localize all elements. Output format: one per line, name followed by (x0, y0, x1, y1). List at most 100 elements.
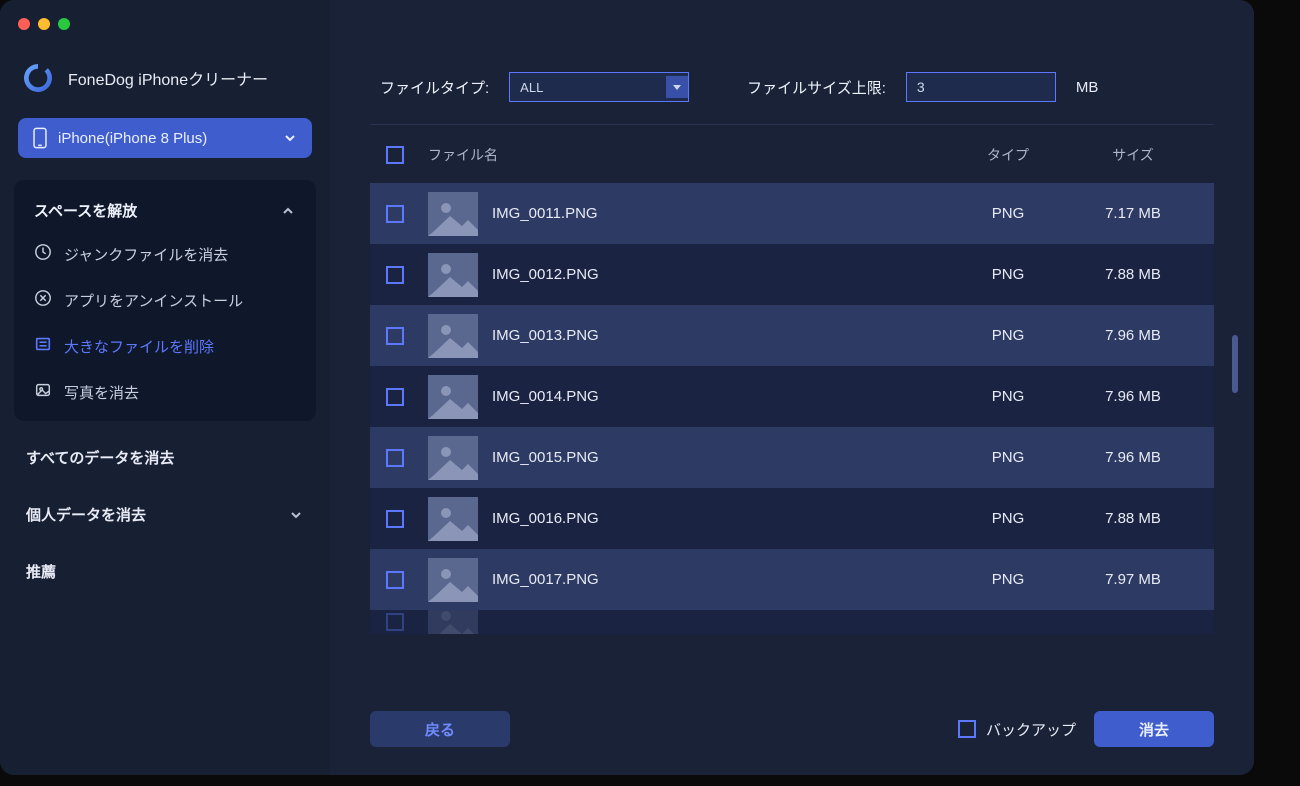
table-row[interactable]: IMG_0014.PNGPNG7.96 MB (370, 366, 1214, 427)
back-button-label: 戻る (425, 719, 455, 740)
file-type: PNG (948, 510, 1068, 527)
row-checkbox[interactable] (386, 205, 404, 223)
erase-button[interactable]: 消去 (1094, 711, 1214, 747)
device-selector[interactable]: iPhone(iPhone 8 Plus) (18, 118, 312, 158)
chevron-down-icon (282, 130, 298, 146)
file-type: PNG (948, 327, 1068, 344)
image-thumbnail-icon (428, 610, 478, 634)
column-header-name: ファイル名 (428, 145, 948, 165)
backup-checkbox[interactable] (958, 720, 976, 738)
table-body: IMG_0011.PNGPNG7.17 MBIMG_0012.PNGPNG7.8… (370, 183, 1214, 634)
sidebar-item-label: 個人データを消去 (26, 504, 146, 525)
table-row[interactable]: IMG_0012.PNGPNG7.88 MB (370, 244, 1214, 305)
row-checkbox[interactable] (386, 571, 404, 589)
select-all-checkbox[interactable] (386, 146, 404, 164)
file-name: IMG_0016.PNG (492, 510, 948, 527)
sidebar-item-junk-files[interactable]: ジャンクファイルを消去 (14, 231, 316, 277)
column-header-type: タイプ (948, 145, 1068, 165)
sidebar-section-free-space: スペースを解放 ジャンクファイルを消去 アプリをアンインストール (14, 180, 316, 421)
image-thumbnail-icon (428, 253, 478, 297)
file-table: ファイル名 タイプ サイズ IMG_0011.PNGPNG7.17 MBIMG_… (370, 125, 1214, 683)
file-name: IMG_0012.PNG (492, 266, 948, 283)
file-size: 7.88 MB (1068, 266, 1198, 283)
app-title: FoneDog iPhoneクリーナー (68, 66, 268, 90)
minimize-window-button[interactable] (38, 18, 50, 30)
image-thumbnail-icon (428, 375, 478, 419)
sidebar-item-recommend[interactable]: 推薦 (0, 543, 330, 600)
sidebar: FoneDog iPhoneクリーナー iPhone(iPhone 8 Plus… (0, 0, 330, 775)
row-checkbox[interactable] (386, 613, 404, 631)
file-size-limit-input[interactable]: 3 (906, 72, 1056, 102)
sidebar-item-uninstall-apps[interactable]: アプリをアンインストール (14, 277, 316, 323)
file-type: PNG (948, 449, 1068, 466)
app-window: FoneDog iPhoneクリーナー iPhone(iPhone 8 Plus… (0, 0, 1254, 775)
file-type: PNG (948, 571, 1068, 588)
file-type-select[interactable]: ALL (509, 72, 689, 102)
file-size: 7.96 MB (1068, 388, 1198, 405)
table-row[interactable]: IMG_0011.PNGPNG7.17 MB (370, 183, 1214, 244)
sidebar-item-erase-private[interactable]: 個人データを消去 (0, 486, 330, 543)
file-size-value: 3 (917, 79, 925, 95)
footer-bar: 戻る バックアップ 消去 (370, 683, 1214, 747)
section-header-free-space[interactable]: スペースを解放 (14, 194, 316, 231)
chevron-up-icon (280, 203, 296, 219)
table-row[interactable]: IMG_0017.PNGPNG7.97 MB (370, 549, 1214, 610)
phone-icon (32, 127, 48, 149)
image-thumbnail-icon (428, 436, 478, 480)
file-size: 7.96 MB (1068, 327, 1198, 344)
row-checkbox[interactable] (386, 510, 404, 528)
app-brand: FoneDog iPhoneクリーナー (0, 48, 330, 118)
section-title: スペースを解放 (34, 200, 137, 221)
image-thumbnail-icon (428, 558, 478, 602)
x-circle-icon (34, 289, 52, 311)
sidebar-item-label: すべてのデータを消去 (26, 447, 174, 468)
backup-option[interactable]: バックアップ (958, 719, 1076, 740)
image-thumbnail-icon (428, 192, 478, 236)
table-row[interactable]: IMG_0016.PNGPNG7.88 MB (370, 488, 1214, 549)
row-checkbox[interactable] (386, 449, 404, 467)
file-name: IMG_0015.PNG (492, 449, 948, 466)
main-panel: ファイルタイプ: ALL ファイルサイズ上限: 3 MB ファイル名 タイプ サ… (330, 0, 1254, 775)
file-size: 7.17 MB (1068, 205, 1198, 222)
list-icon (34, 335, 52, 357)
file-size: 7.97 MB (1068, 571, 1198, 588)
file-size: 7.88 MB (1068, 510, 1198, 527)
clock-icon (34, 243, 52, 265)
backup-label: バックアップ (986, 719, 1076, 740)
app-logo-icon (22, 62, 54, 94)
maximize-window-button[interactable] (58, 18, 70, 30)
file-size-unit: MB (1076, 79, 1099, 96)
file-name: IMG_0011.PNG (492, 205, 948, 222)
row-checkbox[interactable] (386, 388, 404, 406)
sidebar-item-label: ジャンクファイルを消去 (64, 244, 228, 265)
close-window-button[interactable] (18, 18, 30, 30)
device-label: iPhone(iPhone 8 Plus) (58, 130, 207, 147)
image-thumbnail-icon (428, 497, 478, 541)
file-type-label: ファイルタイプ: (380, 77, 489, 98)
window-controls (18, 18, 70, 30)
sidebar-item-large-files[interactable]: 大きなファイルを削除 (14, 323, 316, 369)
file-type: PNG (948, 388, 1068, 405)
file-name: IMG_0014.PNG (492, 388, 948, 405)
row-checkbox[interactable] (386, 327, 404, 345)
table-row[interactable]: IMG_0015.PNGPNG7.96 MB (370, 427, 1214, 488)
dropdown-arrow-icon (666, 76, 688, 98)
row-checkbox[interactable] (386, 266, 404, 284)
filter-bar: ファイルタイプ: ALL ファイルサイズ上限: 3 MB (370, 72, 1214, 112)
file-size-limit-label: ファイルサイズ上限: (747, 77, 886, 98)
sidebar-item-label: 大きなファイルを削除 (64, 336, 214, 357)
sidebar-item-label: 写真を消去 (64, 382, 139, 403)
sidebar-item-photos[interactable]: 写真を消去 (14, 369, 316, 415)
image-thumbnail-icon (428, 314, 478, 358)
scrollbar-thumb[interactable] (1232, 335, 1238, 393)
file-name: IMG_0017.PNG (492, 571, 948, 588)
file-type: PNG (948, 266, 1068, 283)
table-row[interactable] (370, 610, 1214, 634)
erase-button-label: 消去 (1139, 719, 1169, 740)
sidebar-item-erase-all[interactable]: すべてのデータを消去 (0, 429, 330, 486)
table-row[interactable]: IMG_0013.PNGPNG7.96 MB (370, 305, 1214, 366)
back-button[interactable]: 戻る (370, 711, 510, 747)
sidebar-item-label: 推薦 (26, 561, 56, 582)
image-icon (34, 381, 52, 403)
file-name: IMG_0013.PNG (492, 327, 948, 344)
